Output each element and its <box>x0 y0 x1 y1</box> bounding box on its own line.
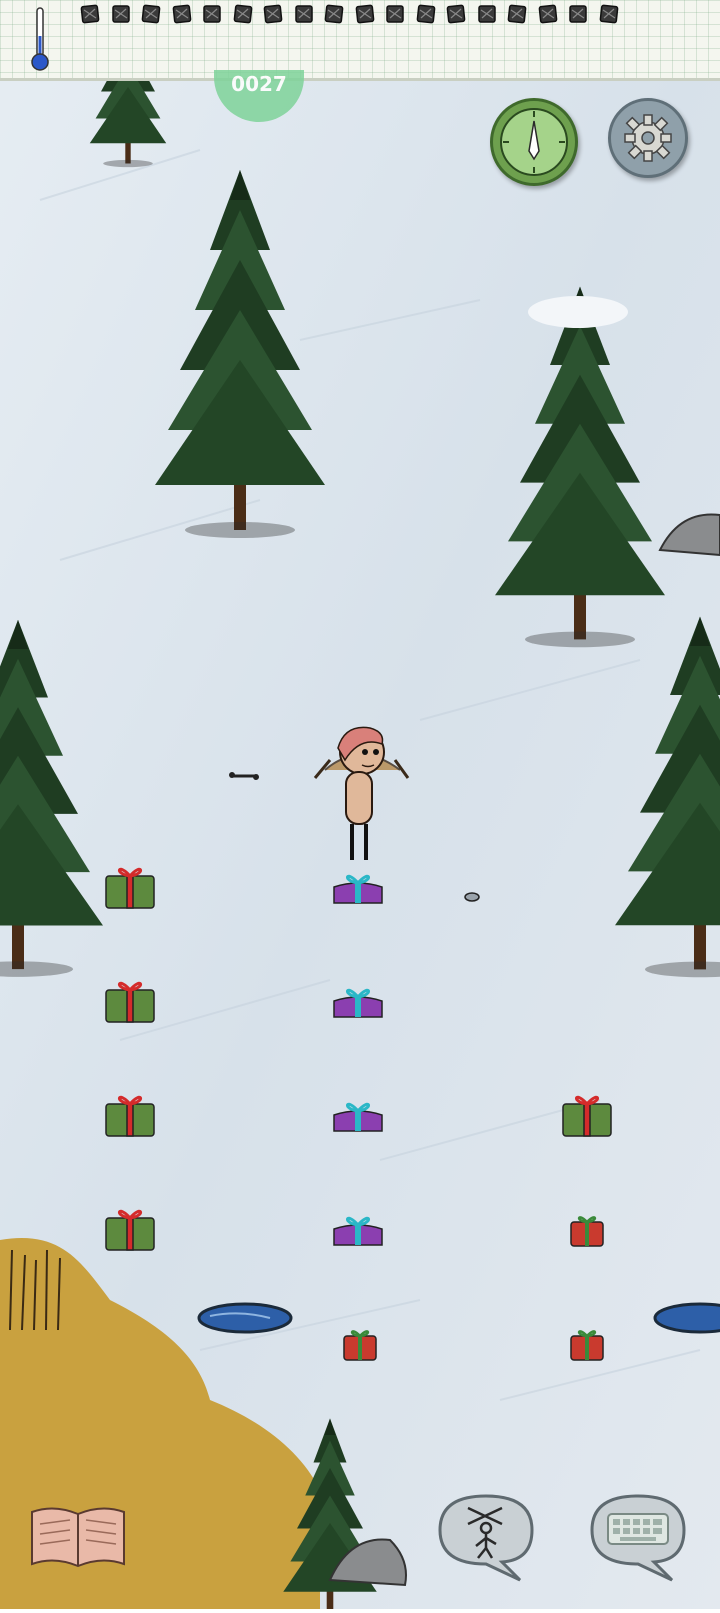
food-pip <box>111 4 131 24</box>
food-pip <box>233 4 253 24</box>
compass-icon <box>500 108 568 176</box>
food-pip <box>599 4 619 24</box>
food-pip <box>477 4 497 24</box>
food-pip <box>538 4 558 24</box>
game-world[interactable] <box>0 0 720 1613</box>
flint-item[interactable] <box>464 892 480 902</box>
ice-pond[interactable] <box>197 1302 293 1334</box>
open-book-icon <box>31 1507 125 1568</box>
food-pip <box>141 4 161 24</box>
compass-button[interactable] <box>490 98 578 186</box>
food-pip <box>446 4 466 24</box>
puppet-button[interactable] <box>432 1490 542 1582</box>
gift-red[interactable] <box>342 1330 378 1362</box>
keyboard-icon <box>590 1494 686 1582</box>
food-pip <box>80 4 100 24</box>
ice-pond[interactable] <box>653 1302 720 1334</box>
journal-button[interactable] <box>28 1502 128 1572</box>
settings-button[interactable] <box>608 98 688 178</box>
keyboard-button[interactable] <box>584 1490 694 1582</box>
food-pip <box>568 4 588 24</box>
snow-field <box>0 0 720 1613</box>
food-pip <box>416 4 436 24</box>
food-pip <box>355 4 375 24</box>
food-bar <box>0 0 720 81</box>
food-pip <box>172 4 192 24</box>
gear-icon <box>624 114 672 162</box>
food-pip <box>294 4 314 24</box>
thermometer-icon <box>31 7 49 71</box>
food-pip <box>202 4 222 24</box>
food-pip <box>324 4 344 24</box>
food-pip <box>507 4 527 24</box>
gift-red[interactable] <box>569 1330 605 1362</box>
puppet-marionette-icon <box>438 1494 534 1582</box>
food-pip <box>263 4 283 24</box>
food-pip <box>385 4 405 24</box>
status-badge-text: 0027 <box>231 72 287 96</box>
gift-red[interactable] <box>569 1216 605 1248</box>
